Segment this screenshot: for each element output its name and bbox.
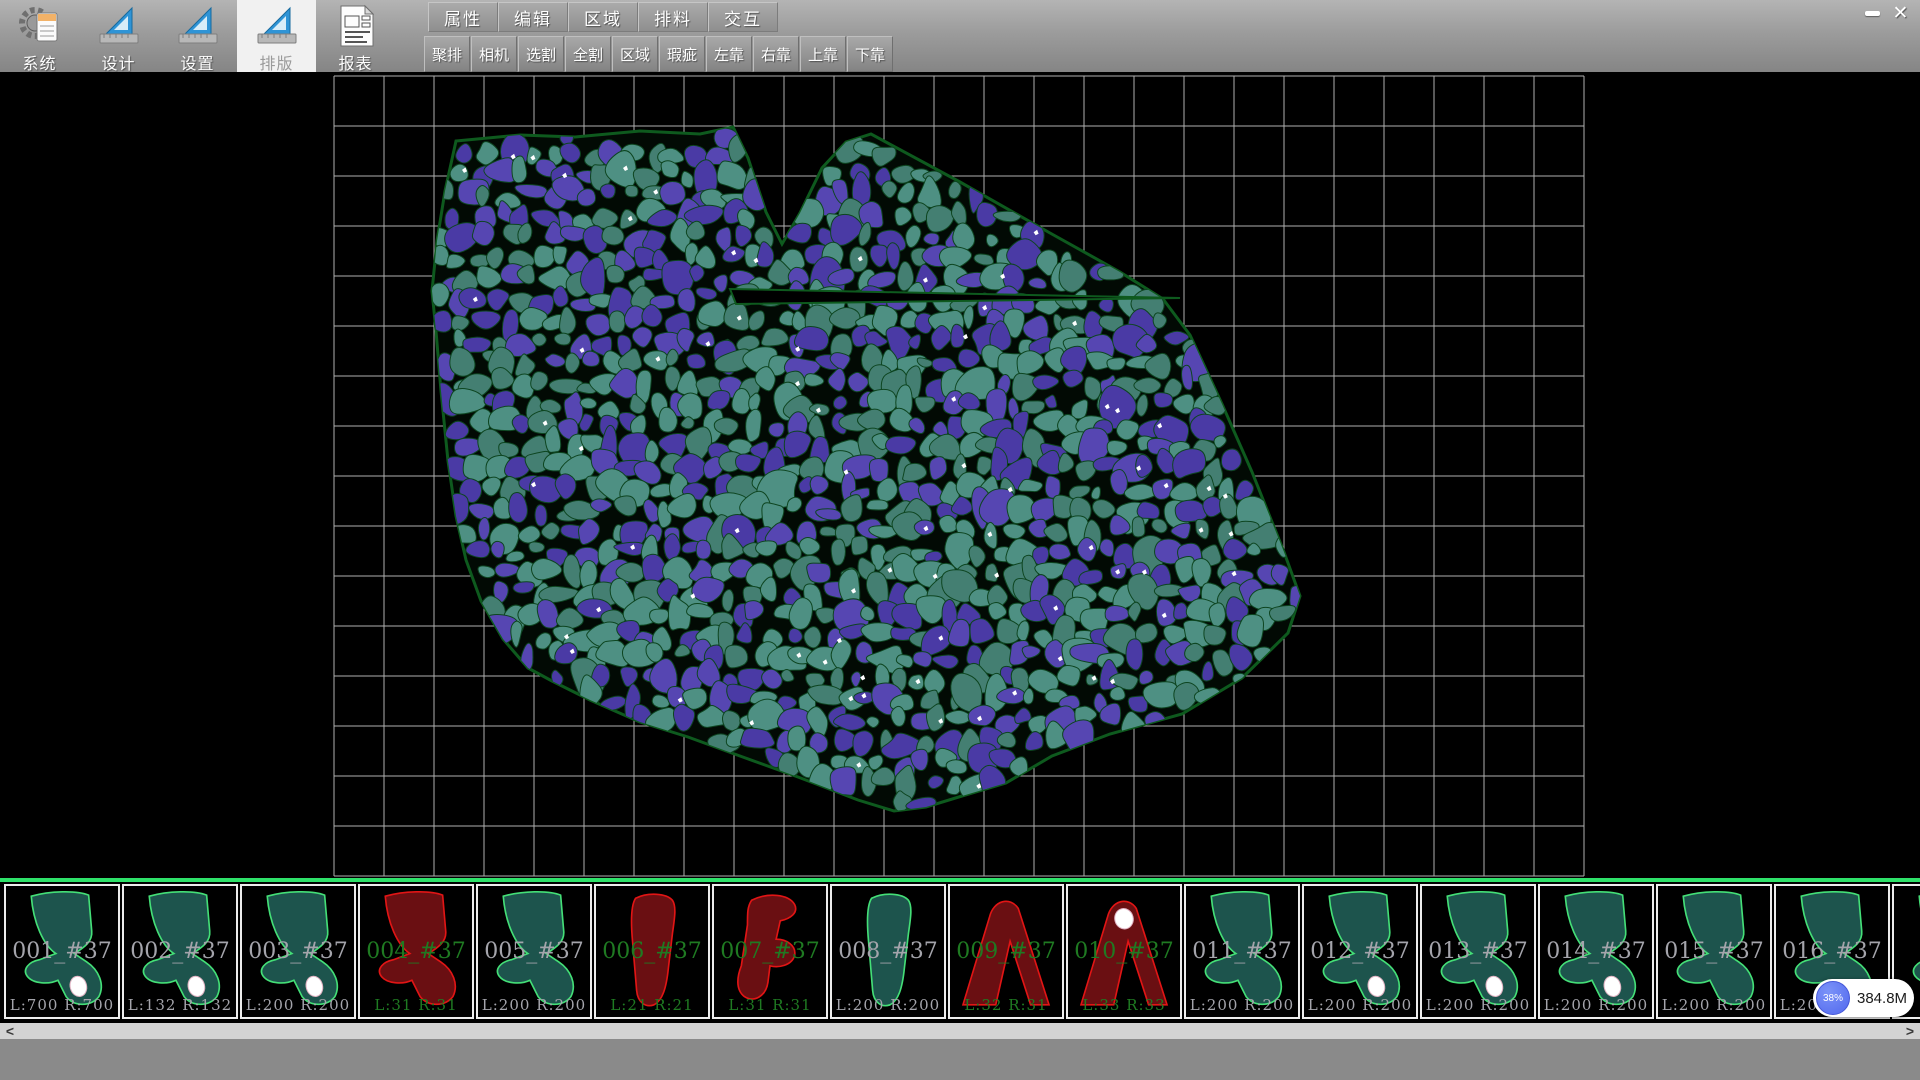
app-tab-label: 设置 [180,50,214,74]
piece-lr-count: L:200 R:200 [832,996,944,1014]
close-icon: ✕ [1893,4,1909,23]
piece-lr-count: L:200 R:200 [242,996,354,1014]
piece-label: 013_#37 [1422,939,1534,964]
piece-label: 005_#37 [478,939,590,964]
tool-button-region[interactable]: 区域 [612,36,658,72]
piece-label: 003_#37 [242,939,354,964]
piece-label: 012_#37 [1304,939,1416,964]
piece-label: 011_#37 [1186,939,1298,964]
nesting-canvas[interactable] [0,72,1920,878]
app-tab-label: 排版 [259,50,293,74]
piece-thumbnail-11[interactable]: 011_#37 L:200 R:200 [1184,884,1300,1019]
piece-label: 004_#37 [360,939,472,964]
scroll-left-icon[interactable]: < [2,1023,18,1039]
piece-lr-count: L:21 R:21 [596,996,708,1014]
square-icon [254,3,300,49]
app-tab-label: 报表 [338,50,372,74]
piece-lr-count: L:700 R:700 [6,996,118,1014]
piece-label: 0 [1894,939,1920,964]
app-tab-report[interactable]: 报表 [316,0,395,72]
piece-thumbnail-10[interactable]: 010_#37 L:33 R:33 [1066,884,1182,1019]
tool-button-row: 聚排相机选割全割区域瑕疵左靠右靠上靠下靠 [424,36,894,72]
tool-button-camera[interactable]: 相机 [471,36,517,72]
app-tab-label: 系统 [22,50,56,74]
piece-label: 006_#37 [596,939,708,964]
tool-button-snap-top[interactable]: 上靠 [800,36,846,72]
piece-thumbnail-8[interactable]: 008_#37 L:200 R:200 [830,884,946,1019]
piece-lr-count: L:200 R:200 [478,996,590,1014]
piece-label: 015_#37 [1658,939,1770,964]
piece-lr-count: L:132 R:132 [124,996,236,1014]
piece-thumbnail-7[interactable]: 007_#37 L:31 R:31 [712,884,828,1019]
piece-lr-count: L:200 R:200 [1658,996,1770,1014]
piece-thumbnail-3[interactable]: 003_#37 L:200 R:200 [240,884,356,1019]
window-controls: ✕ [1861,4,1912,23]
piece-lr-count: L:200 R:200 [1422,996,1534,1014]
menu-item-edit[interactable]: 编辑 [498,2,568,32]
piece-thumbnail-12[interactable]: 012_#37 L:200 R:200 [1302,884,1418,1019]
piece-thumbnail-6[interactable]: 006_#37 L:21 R:21 [594,884,710,1019]
scroll-right-icon[interactable]: > [1902,1023,1918,1039]
app-tab-label: 设计 [101,50,135,74]
tool-button-cut-all[interactable]: 全割 [565,36,611,72]
memory-amount-label: 384.8M [1857,990,1907,1007]
piece-label: 007_#37 [714,939,826,964]
top-toolbar: 系统设计设置排版报表 属性编辑区域排料交互 聚排相机选割全割区域瑕疵左靠右靠上靠… [0,0,1920,73]
tool-button-snap-right[interactable]: 右靠 [753,36,799,72]
piece-thumbnail-13[interactable]: 013_#37 L:200 R:200 [1420,884,1536,1019]
app-mode-tabs: 系统 设计 设置 排版 报表 [0,0,395,72]
piece-lr-count: L:33 R:33 [1068,996,1180,1014]
app-tab-settings[interactable]: 设置 [158,0,237,72]
menu-item-nesting[interactable]: 排料 [638,2,708,32]
piece-thumbnail-15[interactable]: 015_#37 L:200 R:200 [1656,884,1772,1019]
tool-button-cluster-nest[interactable]: 聚排 [424,36,470,72]
piece-thumbnail-9[interactable]: 009_#37 L:32 R:31 [948,884,1064,1019]
piece-label: 008_#37 [832,939,944,964]
menu-item-properties[interactable]: 属性 [428,2,498,32]
piece-lr-count: L:32 R:31 [950,996,1062,1014]
gear-icon [17,3,63,49]
close-button[interactable]: ✕ [1889,4,1912,23]
piece-lr-count: L:31 R:31 [360,996,472,1014]
piece-thumbnail-5[interactable]: 005_#37 L:200 R:200 [476,884,592,1019]
piece-lr-count: L:200 R:200 [1304,996,1416,1014]
tool-button-select-cut[interactable]: 选割 [518,36,564,72]
app-tab-nesting-layout[interactable]: 排版 [237,0,316,72]
piece-label: 009_#37 [950,939,1062,964]
piece-thumbnail-strip: 001_#37L:700 R:700002_#37L:132 R:132003_… [0,884,1920,1023]
tool-button-snap-bottom[interactable]: 下靠 [847,36,893,72]
square-icon [175,3,221,49]
piece-lr-count: L:200 R:200 [1186,996,1298,1014]
square-icon [96,3,142,49]
piece-thumbnail-2[interactable]: 002_#37 L:132 R:132 [122,884,238,1019]
app-tab-design[interactable]: 设计 [79,0,158,72]
bottom-gray-band [0,1039,1920,1080]
menu-item-region[interactable]: 区域 [568,2,638,32]
piece-lr-count: L:31 R:31 [714,996,826,1014]
piece-label: 016_#37 [1776,939,1888,964]
minimize-button[interactable] [1861,4,1884,23]
piece-label: 010_#37 [1068,939,1180,964]
minimize-icon [1865,11,1880,16]
menu-bar: 属性编辑区域排料交互 [428,2,778,32]
canvas-thumbnail-separator [0,878,1920,882]
piece-thumbnail-1[interactable]: 001_#37 L:700 R:700 [4,884,120,1019]
app-tab-system[interactable]: 系统 [0,0,79,72]
piece-label: 002_#37 [124,939,236,964]
memory-status-badge[interactable]: 38% 384.8M [1813,979,1914,1017]
menu-item-interact[interactable]: 交互 [708,2,778,32]
piece-lr-count: L:200 R:200 [1540,996,1652,1014]
piece-label: 014_#37 [1540,939,1652,964]
piece-label: 001_#37 [6,939,118,964]
application-window: 系统设计设置排版报表 属性编辑区域排料交互 聚排相机选割全割区域瑕疵左靠右靠上靠… [0,0,1920,1080]
horizontal-scrollbar[interactable]: < > [0,1023,1920,1039]
memory-percent-indicator: 38% [1816,981,1850,1015]
tool-button-defect[interactable]: 瑕疵 [659,36,705,72]
piece-thumbnail-14[interactable]: 014_#37 L:200 R:200 [1538,884,1654,1019]
piece-thumbnail-4[interactable]: 004_#37 L:31 R:31 [358,884,474,1019]
report-icon [333,3,379,49]
tool-button-snap-left[interactable]: 左靠 [706,36,752,72]
